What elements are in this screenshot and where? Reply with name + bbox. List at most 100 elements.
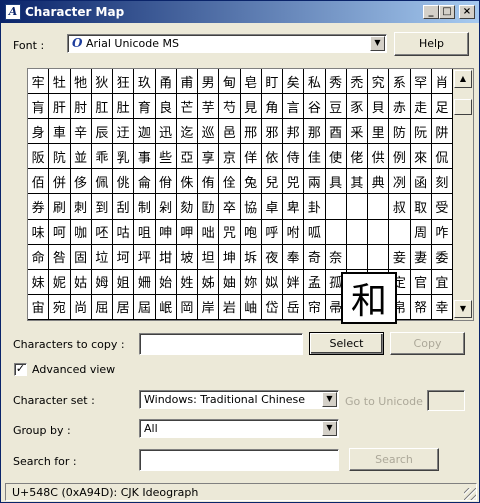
character-cell[interactable]: 坼 bbox=[240, 244, 262, 270]
character-cell[interactable] bbox=[346, 219, 368, 245]
character-cell[interactable]: 佻 bbox=[113, 169, 135, 195]
character-cell[interactable]: 防 bbox=[389, 119, 411, 145]
character-cell[interactable]: 來 bbox=[410, 144, 432, 170]
character-cell[interactable]: 亞 bbox=[176, 144, 198, 170]
character-cell[interactable]: 冽 bbox=[389, 169, 411, 195]
character-cell[interactable]: 咀 bbox=[134, 219, 156, 245]
character-cell[interactable]: 奇 bbox=[304, 244, 326, 270]
character-cell[interactable]: 侏 bbox=[176, 169, 198, 195]
character-cell[interactable]: 佾 bbox=[155, 169, 177, 195]
character-cell[interactable]: 佩 bbox=[91, 169, 113, 195]
close-button[interactable]: × bbox=[459, 5, 475, 19]
help-button[interactable]: Help bbox=[394, 32, 469, 56]
character-cell[interactable]: 具 bbox=[325, 169, 347, 195]
character-cell[interactable]: 姒 bbox=[261, 269, 283, 295]
character-cell[interactable]: 姆 bbox=[91, 269, 113, 295]
character-cell[interactable]: 妮 bbox=[49, 269, 71, 295]
character-cell[interactable]: 咄 bbox=[198, 219, 220, 245]
character-cell[interactable]: 咕 bbox=[113, 219, 135, 245]
character-cell[interactable]: 妻 bbox=[410, 244, 432, 270]
character-cell[interactable]: 坡 bbox=[176, 244, 198, 270]
character-cell[interactable]: 侑 bbox=[198, 169, 220, 195]
character-cell[interactable]: 宙 bbox=[28, 294, 50, 320]
character-cell[interactable]: 乳 bbox=[113, 144, 135, 170]
character-cell[interactable]: 呵 bbox=[49, 219, 71, 245]
character-cell[interactable]: 奉 bbox=[283, 244, 305, 270]
character-cell[interactable]: 姐 bbox=[113, 269, 135, 295]
character-cell[interactable]: 岷 bbox=[155, 294, 177, 320]
character-cell[interactable] bbox=[346, 244, 368, 270]
character-cell[interactable]: 辰 bbox=[91, 119, 113, 145]
character-cell[interactable]: 兒 bbox=[261, 169, 283, 195]
character-cell[interactable]: 肖 bbox=[431, 69, 453, 95]
character-cell[interactable] bbox=[325, 194, 347, 220]
character-cell[interactable]: 坦 bbox=[198, 244, 220, 270]
character-cell[interactable]: 事 bbox=[134, 144, 156, 170]
character-cell[interactable]: 良 bbox=[155, 94, 177, 120]
character-cell[interactable]: 妾 bbox=[389, 244, 411, 270]
character-cell[interactable]: 協 bbox=[240, 194, 262, 220]
character-cell[interactable]: 迅 bbox=[155, 119, 177, 145]
character-cell[interactable]: 邦 bbox=[283, 119, 305, 145]
character-cell[interactable]: 里 bbox=[368, 119, 390, 145]
character-cell[interactable]: 牠 bbox=[70, 69, 92, 95]
character-cell[interactable]: 其 bbox=[346, 169, 368, 195]
character-cell[interactable]: 依 bbox=[261, 144, 283, 170]
character-cell[interactable]: 貝 bbox=[368, 94, 390, 120]
character-cell[interactable]: 谷 bbox=[304, 94, 326, 120]
character-cell[interactable]: 阪 bbox=[28, 144, 50, 170]
characters-to-copy-input[interactable] bbox=[139, 333, 303, 355]
character-cell[interactable]: 佰 bbox=[28, 169, 50, 195]
advanced-view-checkbox[interactable]: ✓ bbox=[14, 363, 27, 376]
character-cell[interactable]: 佯 bbox=[240, 144, 262, 170]
character-cell[interactable]: 豕 bbox=[346, 94, 368, 120]
character-cell[interactable]: 足 bbox=[431, 94, 453, 120]
character-cell[interactable]: 姊 bbox=[198, 269, 220, 295]
character-cell[interactable]: 岸 bbox=[198, 294, 220, 320]
character-cell[interactable]: 咐 bbox=[283, 219, 305, 245]
character-cell[interactable]: 函 bbox=[410, 169, 432, 195]
character-cell[interactable]: 狂 bbox=[113, 69, 135, 95]
character-cell[interactable]: 阬 bbox=[49, 144, 71, 170]
grid-scrollbar[interactable]: ▲ ▼ bbox=[453, 69, 473, 320]
character-cell[interactable]: 呸 bbox=[91, 219, 113, 245]
go-to-unicode-input[interactable] bbox=[427, 390, 465, 411]
character-cell[interactable]: 巡 bbox=[198, 119, 220, 145]
character-cell[interactable]: 男 bbox=[198, 69, 220, 95]
character-cell[interactable]: 角 bbox=[261, 94, 283, 120]
character-cell[interactable]: 邢 bbox=[240, 119, 262, 145]
character-cell[interactable]: 取 bbox=[410, 194, 432, 220]
character-cell[interactable]: 委 bbox=[431, 244, 453, 270]
character-cell[interactable]: 官 bbox=[410, 269, 432, 295]
character-cell[interactable]: 岡 bbox=[176, 294, 198, 320]
search-button[interactable]: Search bbox=[349, 448, 439, 471]
minimize-button[interactable]: _ bbox=[423, 5, 439, 19]
character-cell[interactable]: 宛 bbox=[49, 294, 71, 320]
character-cell[interactable]: 妹 bbox=[28, 269, 50, 295]
character-cell[interactable]: 刮 bbox=[113, 194, 135, 220]
character-cell[interactable]: 岳 bbox=[283, 294, 305, 320]
character-cell[interactable]: 佺 bbox=[219, 169, 241, 195]
character-cell[interactable]: 迦 bbox=[134, 119, 156, 145]
character-cell[interactable]: 玖 bbox=[134, 69, 156, 95]
character-cell[interactable]: 甸 bbox=[219, 69, 241, 95]
character-cell[interactable]: 固 bbox=[70, 244, 92, 270]
character-cell[interactable]: 宜 bbox=[431, 269, 453, 295]
character-cell[interactable]: 坪 bbox=[134, 244, 156, 270]
font-dropdown[interactable]: O Arial Unicode MS ▼ bbox=[67, 34, 387, 53]
character-cell[interactable]: 咆 bbox=[240, 219, 262, 245]
character-cell[interactable]: 妯 bbox=[219, 269, 241, 295]
scroll-down-icon[interactable]: ▼ bbox=[454, 300, 472, 318]
character-cell[interactable]: 皂 bbox=[240, 69, 262, 95]
character-cell[interactable]: 迂 bbox=[113, 119, 135, 145]
character-cell[interactable]: 呷 bbox=[176, 219, 198, 245]
character-cell[interactable]: 受 bbox=[431, 194, 453, 220]
character-cell[interactable]: 乖 bbox=[91, 144, 113, 170]
charmap-app-icon[interactable]: A bbox=[5, 4, 21, 20]
character-cell[interactable]: 卓 bbox=[261, 194, 283, 220]
chevron-down-icon[interactable]: ▼ bbox=[322, 392, 337, 407]
character-cell[interactable]: 邪 bbox=[261, 119, 283, 145]
character-cell[interactable]: 劻 bbox=[198, 194, 220, 220]
character-cell[interactable]: 侈 bbox=[70, 169, 92, 195]
character-cell[interactable]: 刻 bbox=[431, 169, 453, 195]
